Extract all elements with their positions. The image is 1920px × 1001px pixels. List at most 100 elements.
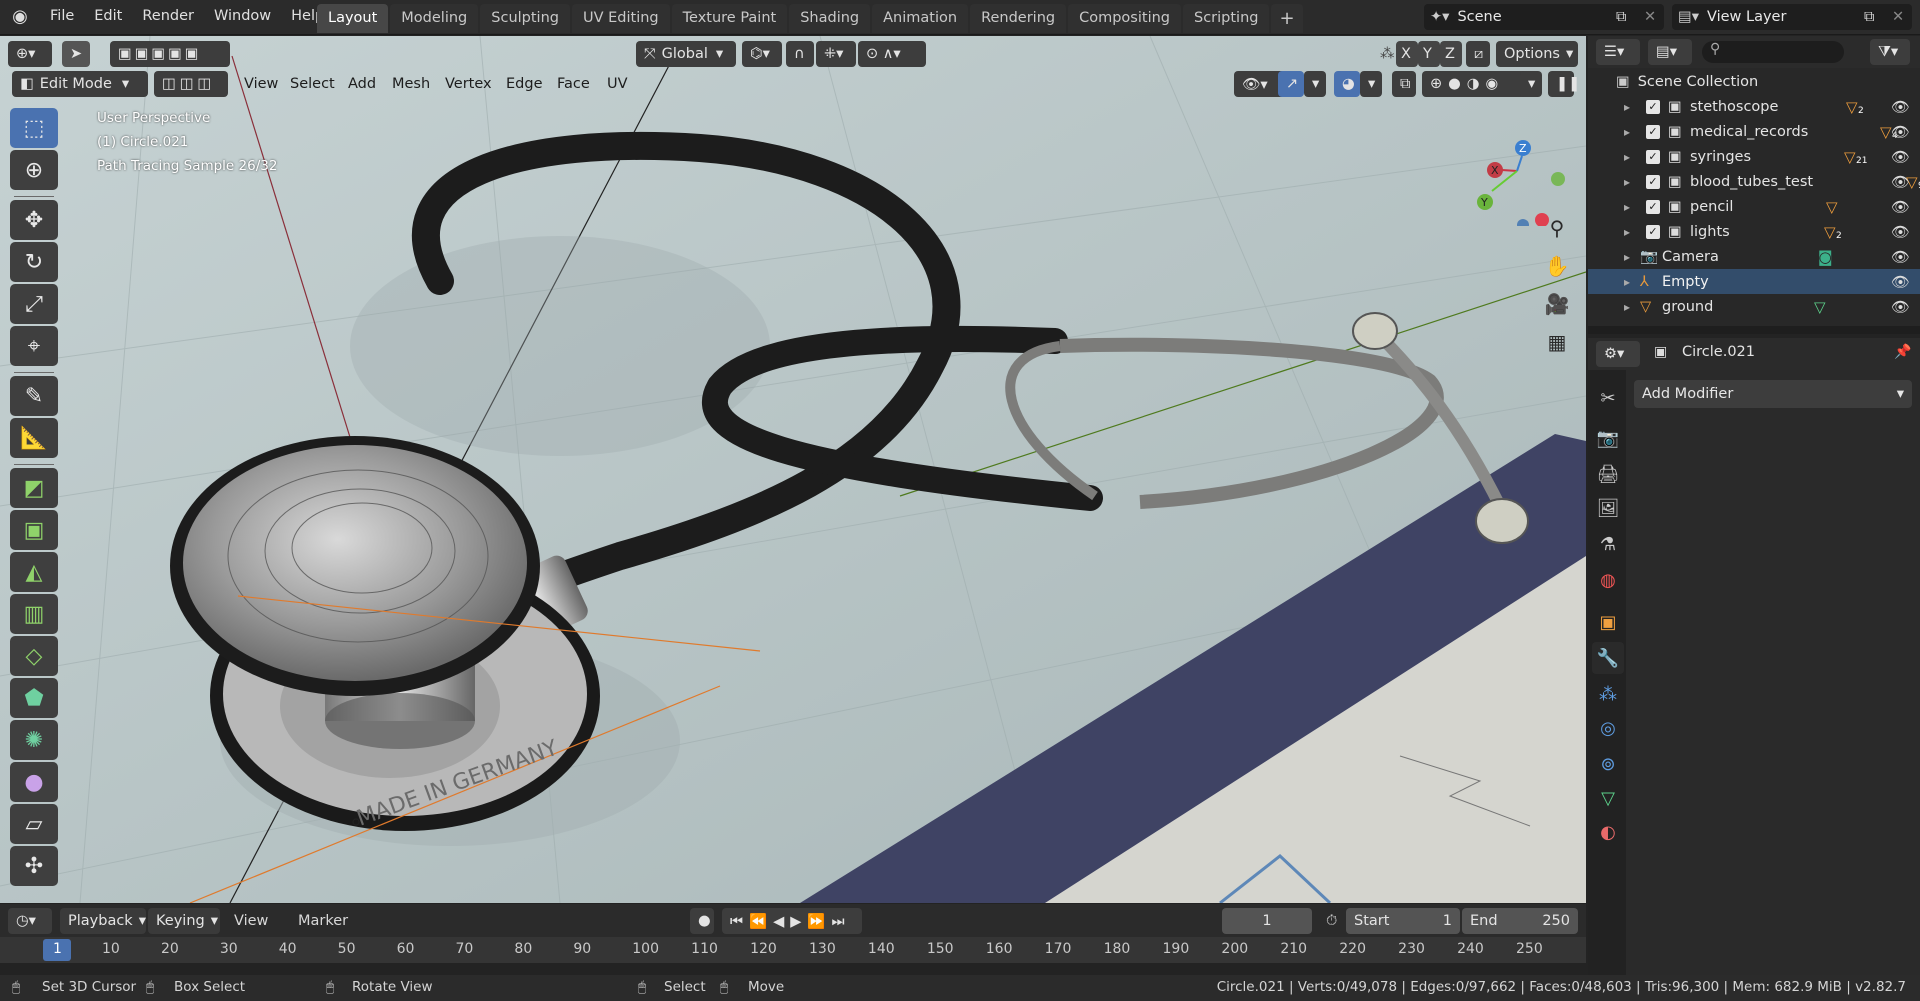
tab-layout[interactable]: Layout [317, 4, 389, 33]
menu-select[interactable]: Select [282, 71, 343, 97]
data-badge-icon[interactable]: ▽ [1880, 123, 1892, 141]
mirror-y-button[interactable]: Y [1418, 41, 1440, 67]
visibility-eye-icon[interactable]: 👁 [1891, 198, 1910, 216]
scene-collection-row[interactable]: ▣ Scene Collection [1588, 69, 1920, 94]
scene-icon[interactable]: ⚗ [1592, 528, 1624, 560]
tab-modeling[interactable]: Modeling [390, 4, 479, 33]
blender-logo-icon[interactable]: ◉ [0, 0, 40, 33]
shading-dropdown[interactable]: ▾ [1520, 71, 1542, 97]
expand-arrow-icon[interactable]: ▸ [1624, 100, 1630, 114]
loop-cut-tool[interactable]: ▥ [10, 594, 58, 634]
snap-target-dropdown[interactable]: ⁜▾ [816, 41, 856, 67]
extrude-tool[interactable]: ◩ [10, 468, 58, 508]
timeline-menu-view[interactable]: View [226, 908, 276, 934]
poly-build-tool[interactable]: ⬟ [10, 678, 58, 718]
particles-icon[interactable]: ⁂ [1592, 678, 1624, 710]
menu-view[interactable]: View [236, 71, 286, 97]
transform-tool[interactable]: ⌖ [10, 326, 58, 366]
measure-tool[interactable]: 📐 [10, 418, 58, 458]
outliner-search-input[interactable]: ⚲ [1702, 41, 1844, 63]
outliner-editor-type[interactable]: ☰▾ [1596, 39, 1640, 65]
outliner-item-pencil[interactable]: ▸ ✓ ▣ pencil ▽ 👁 [1588, 194, 1920, 219]
visibility-eye-icon[interactable]: 👁 [1891, 123, 1910, 141]
view-layer-selector[interactable]: ▤▾ View Layer ⧉ ✕ [1672, 4, 1912, 30]
data-badge-icon[interactable]: ▽ [1814, 298, 1826, 316]
menu-uv[interactable]: UV [599, 71, 636, 97]
menu-file[interactable]: File [40, 0, 84, 33]
exclude-checkbox[interactable]: ✓ [1646, 174, 1660, 189]
3d-viewport[interactable]: MADE IN GERMANY ⊕▾ ➤ ▣▣▣▣▣ ⤧ Global ▾ ⌬▾ ∩… [0, 36, 1586, 903]
menu-face[interactable]: Face [549, 71, 598, 97]
outliner-item-blood-tubes-test[interactable]: ▸✓▣blood_tubes_test▽99👁 [1588, 169, 1920, 194]
data-badge-icon[interactable]: ▽ [1824, 223, 1836, 241]
rip-tool[interactable]: ✣ [10, 846, 58, 886]
preview-range-icon[interactable]: ⏱ [1318, 908, 1345, 934]
object-data-icon[interactable]: ▽ [1592, 782, 1624, 814]
exclude-checkbox[interactable]: ✓ [1646, 149, 1660, 164]
shading-mode-buttons[interactable]: ⊕●◑◉ [1422, 71, 1534, 97]
timeline-editor-type[interactable]: ◷▾ [8, 908, 52, 934]
visibility-eye-icon[interactable]: 👁 [1891, 223, 1910, 241]
tab-compositing[interactable]: Compositing [1068, 4, 1181, 33]
outliner-item-camera[interactable]: ▸ 📷 Camera ◙ 👁 [1588, 244, 1920, 269]
smooth-tool[interactable]: ● [10, 762, 58, 802]
tab-uv-editing[interactable]: UV Editing [571, 4, 670, 33]
exclude-checkbox[interactable]: ✓ [1646, 224, 1660, 239]
exclude-checkbox[interactable]: ✓ [1646, 99, 1660, 114]
playback-menu[interactable]: Playback ▾ [60, 908, 146, 934]
end-frame-field[interactable]: End 250 [1462, 908, 1578, 934]
display-mode-dropdown[interactable]: ▤▾ [1648, 39, 1692, 65]
transform-orientation-dropdown[interactable]: ⤧ Global ▾ [636, 41, 736, 67]
expand-arrow-icon[interactable]: ▸ [1624, 300, 1630, 314]
menu-mesh[interactable]: Mesh [384, 71, 438, 97]
copy-scene-icon[interactable]: ⧉ [1616, 9, 1626, 25]
menu-window[interactable]: Window [204, 0, 281, 33]
tab-texture-paint[interactable]: Texture Paint [671, 4, 788, 33]
overlay-toggle[interactable]: ◕ [1334, 71, 1360, 97]
tool-settings-icon[interactable]: ✂ [1592, 382, 1624, 414]
expand-arrow-icon[interactable]: ▸ [1624, 250, 1630, 264]
outliner-item-medical-records[interactable]: ▸ ✓ ▣ medical_records ▽ 4 👁 [1588, 119, 1920, 144]
gizmo-toggle[interactable]: ↗ [1278, 71, 1304, 97]
output-icon[interactable]: 🖨 [1592, 458, 1624, 490]
visibility-eye-icon[interactable]: 👁 [1891, 173, 1910, 191]
timeline-ruler[interactable]: 1 10 20 30 40 50 60 70 80 90 100 110 120 130 140 150 160… [0, 937, 1586, 963]
scale-tool[interactable]: ⤢ [10, 284, 58, 324]
material-icon[interactable]: ◐ [1592, 816, 1624, 848]
gizmo-dropdown[interactable]: ▾ [1304, 71, 1326, 97]
current-frame-field[interactable]: 1 [1222, 908, 1312, 934]
overlay-dropdown[interactable]: ▾ [1360, 71, 1382, 97]
data-badge-icon[interactable]: ▽ [1826, 198, 1838, 216]
select-element-mode[interactable]: ◫◫◫ [154, 71, 228, 97]
move-tool[interactable]: ✥ [10, 200, 58, 240]
proportional-edit[interactable]: ⊙ ∧▾ [858, 41, 926, 67]
inset-tool[interactable]: ▣ [10, 510, 58, 550]
outliner-item-ground[interactable]: ▸ ▽ ground ▽ 👁 [1588, 294, 1920, 319]
options-dropdown[interactable]: Options ▾ [1496, 41, 1578, 67]
expand-arrow-icon[interactable]: ▸ [1624, 225, 1630, 239]
filter-dropdown[interactable]: ⧩▾ [1870, 39, 1910, 65]
shear-tool[interactable]: ▱ [10, 804, 58, 844]
add-modifier-dropdown[interactable]: Add Modifier ▾ [1634, 380, 1912, 408]
view-layer-icon[interactable]: 🖼 [1592, 492, 1624, 524]
start-frame-field[interactable]: Start 1 [1346, 908, 1460, 934]
xray-toggle[interactable]: ⧉ [1392, 71, 1416, 97]
outliner-item-stethoscope[interactable]: ▸ ✓ ▣ stethoscope ▽ 2 👁 [1588, 94, 1920, 119]
visibility-eye-icon[interactable]: 👁 [1891, 298, 1910, 316]
tab-rendering[interactable]: Rendering [970, 4, 1067, 33]
bevel-tool[interactable]: ◭ [10, 552, 58, 592]
editor-type-button[interactable]: ⊕▾ [8, 41, 52, 67]
keying-menu[interactable]: Keying ▾ [148, 908, 220, 934]
mode-dropdown[interactable]: ◧ Edit Mode ▾ [12, 71, 148, 97]
data-badge-icon[interactable]: ▽ [1844, 148, 1856, 166]
constraints-icon[interactable]: ⊚ [1592, 748, 1624, 780]
menu-vertex[interactable]: Vertex [437, 71, 500, 97]
add-workspace-button[interactable]: + [1271, 4, 1303, 33]
rotate-tool[interactable]: ↻ [10, 242, 58, 282]
world-icon[interactable]: ◍ [1592, 564, 1624, 596]
close-view-layer-icon[interactable]: ✕ [1892, 9, 1904, 25]
visibility-eye-icon[interactable]: 👁 [1891, 248, 1910, 266]
data-badge-icon[interactable]: ◙ [1818, 248, 1833, 266]
physics-icon[interactable]: ◎ [1592, 712, 1624, 744]
expand-arrow-icon[interactable]: ▸ [1624, 150, 1630, 164]
